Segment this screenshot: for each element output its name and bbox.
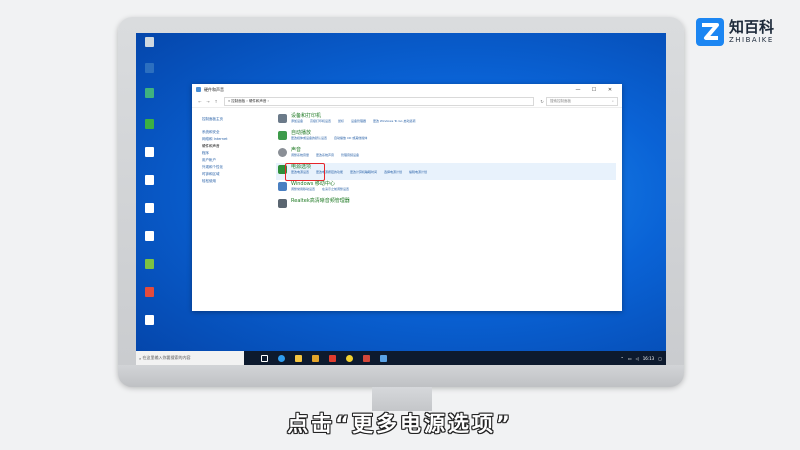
desktop-icon-6[interactable]	[140, 203, 158, 213]
link-add-device[interactable]: 添加设备	[291, 119, 303, 123]
mobility-center-icon	[278, 182, 287, 191]
desktop-icon-8[interactable]	[140, 259, 158, 269]
desktop-icon-4[interactable]	[140, 147, 158, 157]
search-icon: ⌕	[612, 99, 614, 103]
sidebar: 控制面板主页 系统和安全 网络和 Internet 硬件和声音 程序 用户帐户 …	[202, 116, 262, 185]
link-mobility-settings[interactable]: 调整常用移动设置	[291, 187, 315, 191]
sidebar-item-network[interactable]: 网络和 Internet	[202, 136, 262, 143]
logo-subtitle: ZHIBAIKE	[729, 36, 774, 44]
address-bar-row: ← → ↑ « 控制面板 › 硬件和声音 › ↻ 搜索控制面板 ⌕	[192, 95, 622, 108]
wps-icon[interactable]	[329, 354, 336, 362]
zhibaike-logo-icon	[696, 18, 724, 46]
file-explorer-icon[interactable]	[295, 354, 302, 362]
category-title[interactable]: Realtek高清晰音频管理器	[291, 198, 350, 204]
desktop-screen: 硬件和声音 — ☐ ✕ ← → ↑ « 控制面板 › 硬件和声音 › ↻ 搜索控…	[136, 33, 666, 365]
link-sleep-time[interactable]: 更改计算机睡眠时间	[350, 170, 377, 174]
category-devices-printers: 设备和打印机 添加设备 高级打印机设置 鼠标 设备管理器 更改 Windows …	[276, 112, 616, 129]
desktop-icon-9[interactable]	[140, 287, 158, 297]
link-autoplay-cd[interactable]: 自动播放 CD 或其他媒体	[334, 136, 367, 140]
volume-icon[interactable]: ◁	[636, 356, 639, 361]
link-system-sounds[interactable]: 更改系统声音	[316, 153, 334, 157]
printer-icon	[278, 114, 287, 123]
minimize-button[interactable]: —	[570, 87, 586, 93]
control-panel-icon	[196, 87, 201, 92]
sidebar-item-hardware-sound[interactable]: 硬件和声音	[202, 143, 262, 150]
category-realtek: Realtek高清晰音频管理器	[276, 197, 616, 214]
desktop-icon-3[interactable]	[140, 119, 158, 129]
window-title: 硬件和声音	[204, 86, 224, 92]
link-media-defaults[interactable]: 更改媒体或设备的默认设置	[291, 136, 327, 140]
category-autoplay: 自动播放 更改媒体或设备的默认设置 自动播放 CD 或其他媒体	[276, 129, 616, 146]
link-advanced-printer[interactable]: 高级打印机设置	[310, 119, 331, 123]
search-placeholder: 搜索控制面板	[550, 98, 571, 103]
search-input[interactable]: 搜索控制面板 ⌕	[546, 96, 618, 106]
link-adjust-volume[interactable]: 调整系统音量	[291, 153, 309, 157]
refresh-icon[interactable]: ↻	[538, 99, 546, 104]
up-arrow-icon[interactable]: ↑	[212, 99, 220, 104]
sidebar-item-appearance[interactable]: 外观和个性化	[202, 164, 262, 171]
desktop-icon-7[interactable]	[140, 231, 158, 241]
link-audio-devices[interactable]: 管理音频设备	[341, 153, 359, 157]
video-subtitle: 点击“更多电源选项”	[287, 412, 513, 436]
link-presentation-settings[interactable]: 在演示之前调整设置	[322, 187, 349, 191]
sidebar-item-system-security[interactable]: 系统和安全	[202, 129, 262, 136]
sidebar-item-user-accounts[interactable]: 用户帐户	[202, 157, 262, 164]
control-panel-window: 硬件和声音 — ☐ ✕ ← → ↑ « 控制面板 › 硬件和声音 › ↻ 搜索控…	[192, 84, 622, 311]
address-path: « 控制面板 › 硬件和声音 ›	[228, 98, 269, 103]
close-button[interactable]: ✕	[602, 87, 618, 93]
logo-title: 知百科	[729, 18, 775, 36]
system-tray: ⌃ ▭ ◁ 16:13 ▢	[616, 356, 666, 361]
link-windows-to-go[interactable]: 更改 Windows To Go 启动选项	[373, 119, 416, 123]
edge-icon[interactable]	[278, 354, 285, 362]
link-choose-plan[interactable]: 选择电源计划	[384, 170, 402, 174]
sidebar-item-clock-region[interactable]: 时钟和区域	[202, 171, 262, 178]
realtek-speaker-icon	[278, 199, 287, 208]
desktop-icon-recycle-bin[interactable]	[140, 37, 158, 47]
link-mouse[interactable]: 鼠标	[338, 119, 344, 123]
category-mobility-center: Windows 移动中心 调整常用移动设置 在演示之前调整设置	[276, 180, 616, 197]
link-device-manager[interactable]: 设备管理器	[351, 119, 366, 123]
store-icon[interactable]	[312, 354, 319, 362]
link-edit-plan[interactable]: 编辑电源计划	[409, 170, 427, 174]
window-titlebar: 硬件和声音 — ☐ ✕	[192, 84, 622, 95]
sidebar-item-programs[interactable]: 程序	[202, 150, 262, 157]
taskbar-search[interactable]: ⌕ 在这里输入你要搜索的内容	[136, 351, 244, 365]
address-bar[interactable]: « 控制面板 › 硬件和声音 ›	[224, 96, 534, 106]
browser-icon[interactable]	[346, 354, 353, 362]
highlight-box	[285, 163, 325, 181]
desktop-icon-2[interactable]	[140, 88, 158, 98]
desktop-icon-1[interactable]	[140, 63, 158, 73]
sidebar-item-home[interactable]: 控制面板主页	[202, 116, 262, 123]
task-view-icon[interactable]	[261, 354, 268, 362]
control-panel-taskbar-icon[interactable]	[380, 354, 387, 362]
category-list: 设备和打印机 添加设备 高级打印机设置 鼠标 设备管理器 更改 Windows …	[276, 112, 616, 214]
monitor-chin	[118, 365, 684, 387]
app-icon[interactable]	[363, 354, 370, 362]
notification-icon[interactable]: ▢	[658, 356, 662, 361]
clock[interactable]: 16:13	[643, 356, 655, 361]
network-icon[interactable]: ▭	[628, 356, 632, 361]
autoplay-icon	[278, 131, 287, 140]
taskbar-search-placeholder: 在这里输入你要搜索的内容	[142, 355, 191, 360]
sidebar-item-ease-of-access[interactable]: 轻松使用	[202, 178, 262, 185]
back-arrow-icon[interactable]: ←	[196, 99, 204, 104]
zhibaike-logo: 知百科 ZHIBAIKE	[696, 18, 774, 46]
chevron-up-icon[interactable]: ⌃	[620, 356, 623, 361]
category-sound: 声音 调整系统音量 更改系统声音 管理音频设备	[276, 146, 616, 163]
speaker-icon	[278, 148, 287, 157]
category-power-options: 电源选项 更改电源设置 更改电源按钮的功能 更改计算机睡眠时间 选择电源计划 编…	[276, 163, 616, 181]
forward-arrow-icon[interactable]: →	[204, 99, 212, 104]
taskbar: ⌕ 在这里输入你要搜索的内容 ⌃ ▭ ◁ 16:13 ▢	[136, 351, 666, 365]
maximize-button[interactable]: ☐	[586, 87, 602, 93]
desktop-icon-5[interactable]	[140, 175, 158, 185]
desktop-icon-10[interactable]	[140, 315, 158, 325]
